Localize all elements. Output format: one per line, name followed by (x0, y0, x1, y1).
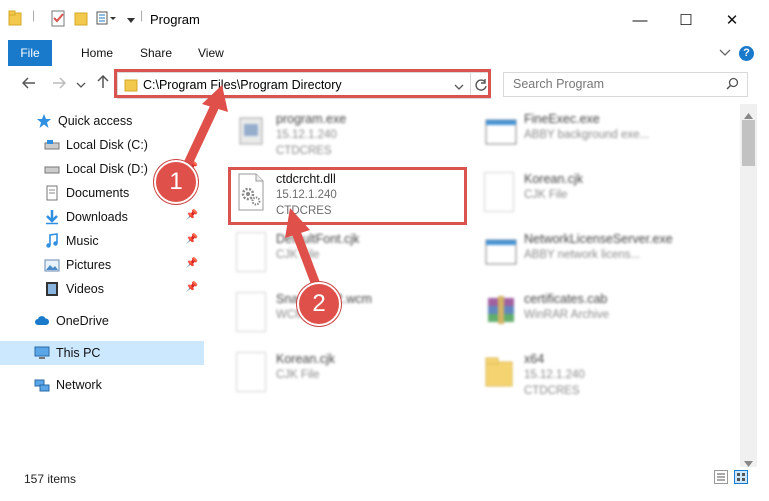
callout-badge-2: 2 (297, 282, 341, 326)
details-view-icon[interactable] (714, 470, 728, 484)
callout-badge-1: 1 (154, 160, 198, 204)
tiles-view-icon[interactable] (734, 470, 748, 484)
callout-arrows (180, 85, 320, 287)
status-bar: 157 items (0, 467, 769, 501)
item-count: 157 items (24, 472, 77, 486)
